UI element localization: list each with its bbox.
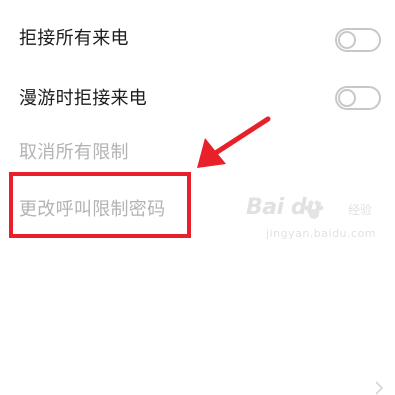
- setting-label-cancel-all-restrictions: 取消所有限制: [19, 142, 129, 163]
- setting-label-reject-all-calls: 拒接所有来电: [19, 28, 129, 49]
- annotation-highlight-box: [9, 172, 191, 238]
- watermark-sub-text: 经验: [348, 203, 373, 217]
- setting-row-reject-calls-roaming[interactable]: 漫游时拒接来电: [0, 71, 395, 127]
- watermark-url-text: jingyan.baidu.com: [266, 227, 377, 240]
- baidu-jingyan-watermark: Bai du 经验 jingyan.baidu.com: [246, 193, 386, 251]
- toggle-knob: [338, 31, 356, 49]
- reject-calls-roaming-toggle[interactable]: [335, 86, 381, 110]
- setting-row-reject-all-calls[interactable]: 拒接所有来电: [0, 12, 395, 68]
- reject-all-calls-toggle[interactable]: [335, 28, 381, 52]
- toggle-knob: [338, 89, 356, 107]
- paw-icon: [304, 200, 324, 219]
- setting-label-reject-calls-roaming: 漫游时拒接来电: [19, 88, 148, 109]
- chevron-right-icon: [375, 381, 384, 395]
